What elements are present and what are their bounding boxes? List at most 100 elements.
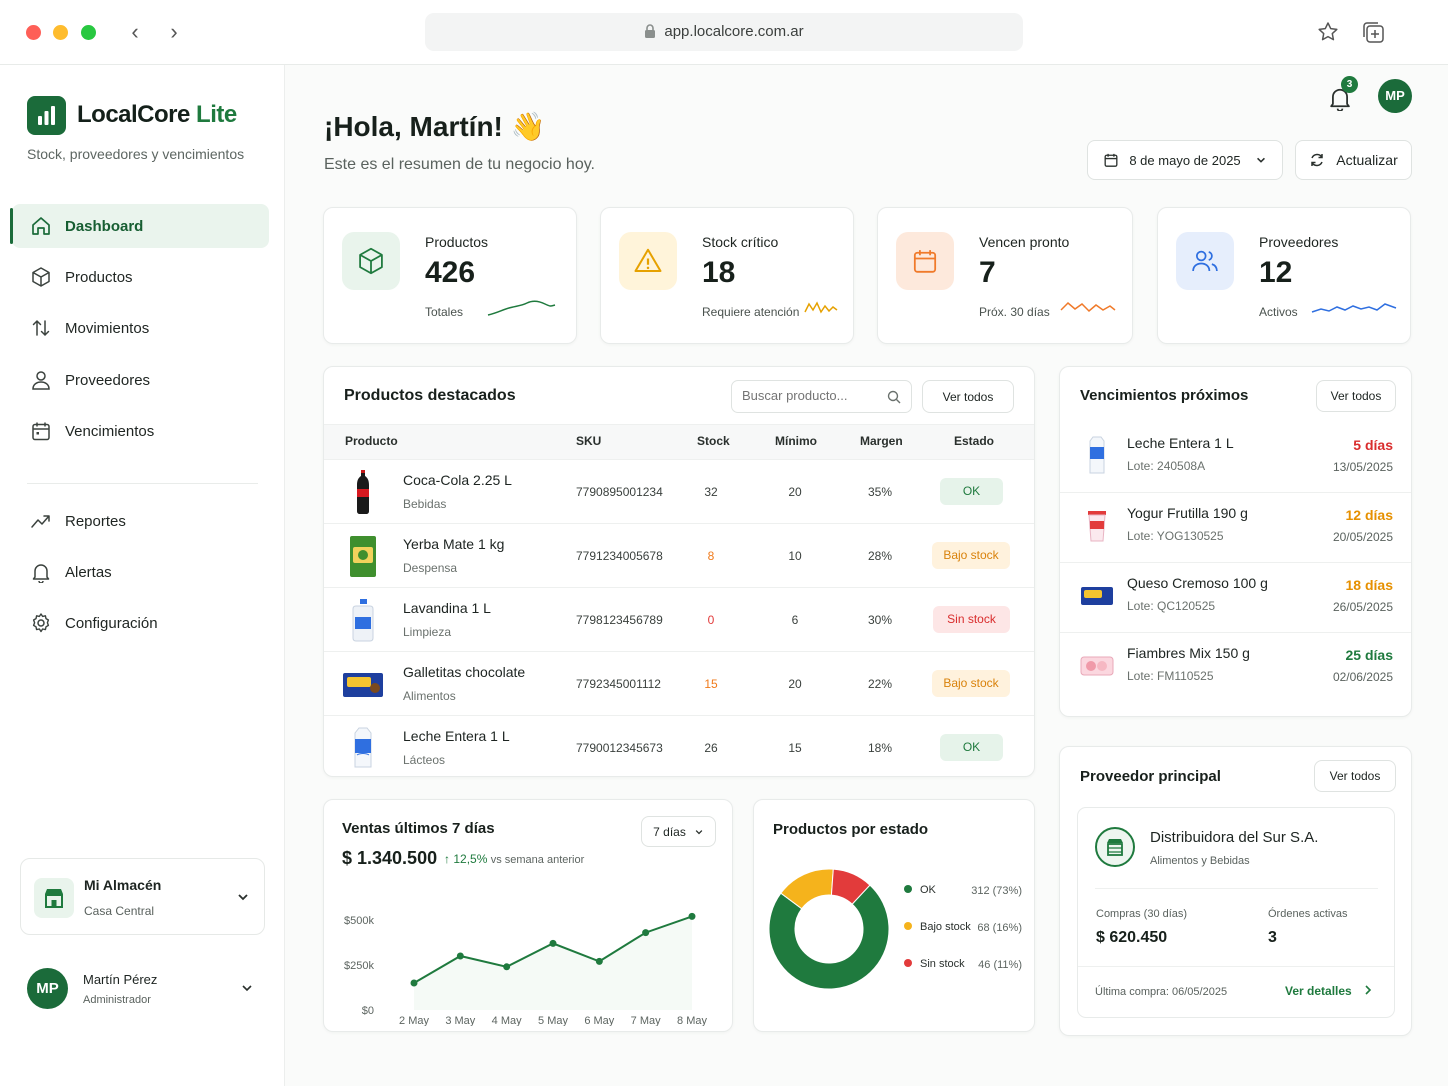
product-image-galletitas [343, 673, 383, 697]
bookmark-star-icon[interactable] [1316, 20, 1340, 44]
y-tick-label: $250k [344, 960, 374, 972]
column-header-estado: Estado [954, 434, 995, 448]
new-tab-icon[interactable] [1361, 20, 1386, 45]
box-icon [342, 232, 400, 290]
expiring-product-name: Yogur Frutilla 190 g [1127, 505, 1248, 521]
kpi-card-proveedores[interactable]: Proveedores 12 Activos [1157, 207, 1411, 344]
data-point[interactable] [456, 952, 464, 960]
data-point[interactable] [503, 963, 511, 971]
kpi-value: 12 [1259, 256, 1293, 289]
kpi-value: 7 [979, 256, 996, 289]
nav-item-dashboard[interactable]: Dashboard [10, 204, 269, 248]
address-bar[interactable]: app.localcore.com.ar [425, 13, 1023, 51]
nav-item-reportes[interactable]: Reportes [12, 499, 269, 543]
notifications-button[interactable]: 3 [1327, 76, 1358, 113]
sparkline [804, 301, 838, 314]
kpi-label: Productos [425, 234, 489, 250]
y-tick-label: $0 [362, 1005, 374, 1017]
legend-swatch [904, 959, 912, 967]
nav-item-alertas[interactable]: Alertas [12, 550, 269, 594]
view-details-link[interactable]: Ver detalles [1285, 984, 1373, 998]
kpi-value: 426 [425, 256, 476, 289]
kpi-card-productos[interactable]: Productos 426 Totales [323, 207, 577, 344]
store-icon [34, 878, 74, 918]
date-picker[interactable]: 8 de mayo de 2025 [1087, 140, 1283, 180]
chevron-down-icon [238, 894, 248, 901]
product-stock: 8 [707, 549, 715, 563]
product-name: Yerba Mate 1 kg [403, 536, 505, 552]
product-search-input[interactable] [731, 380, 912, 413]
search-icon [887, 390, 901, 404]
refresh-button[interactable]: Actualizar [1295, 140, 1412, 180]
user-avatar: MP [27, 968, 68, 1009]
data-point[interactable] [595, 957, 603, 965]
list-item[interactable]: Leche Entera 1 L Lote: 240508A 5 días 13… [1060, 423, 1411, 493]
product-name: Coca-Cola 2.25 L [403, 472, 512, 488]
status-chart-card: Productos por estado OK 312 (73%) Bajo sto… [753, 799, 1035, 1032]
product-sku: 7792345001112 [576, 677, 661, 691]
kpi-note: Requiere atención [702, 305, 800, 319]
orders-value: 3 [1268, 929, 1277, 946]
card-title: Productos destacados [344, 387, 516, 404]
header-avatar[interactable]: MP [1378, 79, 1412, 113]
view-all-suppliers-button[interactable]: Ver todos [1314, 760, 1396, 792]
nav-item-movimientos[interactable]: Movimientos [12, 306, 269, 350]
status-badge: OK [940, 478, 1003, 505]
kpi-card-stock-critico[interactable]: Stock crítico 18 Requiere atención [600, 207, 854, 344]
table-row[interactable]: Leche Entera 1 L Lácteos 7790012345673 2… [324, 715, 1034, 776]
user-role: Administrador [83, 994, 151, 1006]
table-row[interactable]: Galletitas chocolate Alimentos 779234500… [324, 651, 1034, 715]
donut-slice[interactable] [768, 884, 890, 990]
table-row[interactable]: Yerba Mate 1 kg Despensa 7791234005678 8… [324, 523, 1034, 587]
product-margin: 18% [867, 741, 893, 755]
product-margin: 30% [867, 613, 893, 627]
expiring-lote: Lote: QC120525 [1127, 599, 1216, 613]
box-icon [30, 266, 52, 288]
store-selector[interactable]: Mi Almacén Casa Central [20, 858, 265, 935]
sparkline [1311, 303, 1397, 313]
kpi-note: Próx. 30 días [979, 305, 1050, 319]
product-category: Alimentos [403, 689, 456, 703]
product-minimum: 20 [788, 677, 802, 691]
nav-item-productos[interactable]: Productos [12, 255, 269, 299]
view-all-products-button[interactable]: Ver todos [922, 380, 1014, 413]
expiring-date: 13/05/2025 [1332, 460, 1393, 474]
list-item[interactable]: Queso Cremoso 100 g Lote: QC120525 18 dí… [1060, 562, 1411, 632]
view-all-expirations-button[interactable]: Ver todos [1316, 380, 1396, 412]
expiring-product-name: Queso Cremoso 100 g [1127, 575, 1268, 591]
nav-item-proveedores[interactable]: Proveedores [12, 358, 269, 402]
nav-item-configuracion[interactable]: Configuración [12, 601, 269, 645]
data-point[interactable] [642, 929, 650, 937]
arrow-up-icon: ↑ [444, 852, 450, 866]
chevron-down-icon [1256, 157, 1265, 163]
close-window-button[interactable] [26, 25, 41, 40]
product-image-fiambres [1080, 656, 1114, 676]
forward-icon[interactable]: › [161, 20, 187, 46]
brand-main: LocalCore [77, 101, 190, 128]
list-item[interactable]: Yogur Frutilla 190 g Lote: YOG130525 12 … [1060, 492, 1411, 562]
table-row[interactable]: Coca-Cola 2.25 L Bebidas 7790895001234 3… [324, 459, 1034, 523]
list-item[interactable]: Fiambres Mix 150 g Lote: FM110525 25 día… [1060, 632, 1411, 702]
maximize-window-button[interactable] [81, 25, 96, 40]
product-minimum: 20 [788, 485, 802, 499]
nav-item-vencimientos[interactable]: Vencimientos [12, 409, 269, 453]
back-icon[interactable]: ‹ [122, 20, 148, 46]
legend-item: OK [904, 884, 936, 896]
data-point[interactable] [549, 939, 557, 947]
column-header-stock: Stock [697, 434, 730, 448]
data-point[interactable] [688, 912, 696, 920]
range-selector[interactable]: 7 días [641, 816, 716, 847]
expiring-days: 25 días [1345, 647, 1393, 663]
supplier-category: Alimentos y Bebidas [1150, 855, 1250, 867]
table-row[interactable]: Lavandina 1 L Limpieza 7798123456789 0 6… [324, 587, 1034, 651]
url-text: app.localcore.com.ar [664, 23, 804, 40]
search-input[interactable] [742, 388, 882, 403]
kpi-card-vencen-pronto[interactable]: Vencen pronto 7 Próx. 30 días [877, 207, 1133, 344]
data-point[interactable] [410, 979, 418, 987]
main-content: 3 MP ¡Hola, Martín! 👋 Este es el resumen… [286, 65, 1448, 1086]
product-sku: 7790895001234 [576, 485, 663, 499]
x-tick-label: 5 May [538, 1015, 568, 1026]
user-menu[interactable]: MP Martín Pérez Administrador [20, 958, 265, 1018]
expiring-days: 12 días [1345, 507, 1393, 523]
minimize-window-button[interactable] [53, 25, 68, 40]
